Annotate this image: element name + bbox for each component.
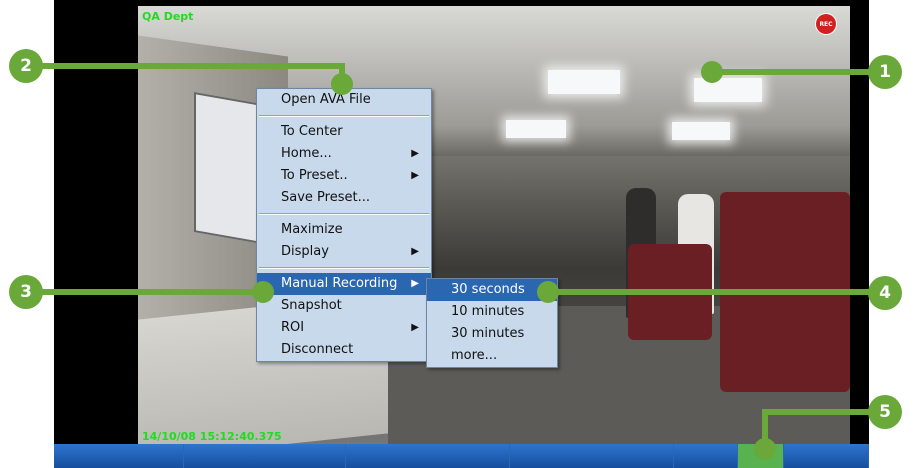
callout-leader-line [24, 63, 342, 69]
context-menu: Open AVA File To Center Home... ▶ To Pres… [256, 88, 432, 362]
callout-badge: 3 [9, 275, 43, 309]
callout-leader-line [712, 69, 882, 75]
menu-item-label: To Center [281, 124, 343, 139]
submenu-item-label: more... [451, 348, 498, 363]
status-segment[interactable] [784, 444, 869, 468]
callout-badge: 4 [868, 276, 902, 310]
callout-anchor-dot [701, 61, 723, 83]
menu-item-label: Snapshot [281, 298, 342, 313]
submenu-arrow-icon: ▶ [411, 322, 419, 333]
callout-leader-line [548, 289, 884, 295]
menu-item-label: Home... [281, 146, 332, 161]
rec-icon: REC [816, 14, 836, 34]
status-segment[interactable] [54, 444, 184, 468]
submenu-item-30-minutes[interactable]: 30 minutes [427, 323, 557, 345]
menu-item-label: To Preset.. [281, 168, 348, 183]
menu-item-roi[interactable]: ROI ▶ [257, 317, 431, 339]
ceiling-light [694, 78, 762, 102]
callout-badge: 5 [868, 395, 902, 429]
submenu-arrow-icon: ▶ [411, 170, 419, 181]
callout-badge: 2 [9, 49, 43, 83]
menu-item-manual-recording[interactable]: Manual Recording ▶ [257, 273, 431, 295]
menu-item-home[interactable]: Home... ▶ [257, 143, 431, 165]
menu-item-disconnect[interactable]: Disconnect [257, 339, 431, 361]
submenu-arrow-icon: ▶ [411, 148, 419, 159]
ceiling-light [672, 122, 730, 140]
submenu-arrow-icon: ▶ [411, 278, 419, 289]
submenu-item-10-minutes[interactable]: 10 minutes [427, 301, 557, 323]
menu-item-label: Manual Recording [281, 276, 398, 291]
menu-item-label: Display [281, 244, 329, 259]
whiteboard [194, 92, 262, 244]
submenu-item-more[interactable]: more... [427, 345, 557, 367]
submenu-arrow-icon: ▶ [411, 246, 419, 257]
menu-separator [259, 267, 429, 269]
ceiling-light [548, 70, 620, 94]
menu-item-label: Save Preset... [281, 190, 370, 205]
submenu-item-label: 10 minutes [451, 304, 525, 319]
status-bar [54, 444, 869, 468]
callout-anchor-dot [537, 281, 559, 303]
callout-leader-line [24, 289, 264, 295]
menu-separator [259, 115, 429, 117]
camera-title: QA Dept [142, 10, 194, 23]
status-segment[interactable] [510, 444, 674, 468]
menu-item-maximize[interactable]: Maximize [257, 219, 431, 241]
menu-item-label: Disconnect [281, 342, 354, 357]
menu-item-snapshot[interactable]: Snapshot [257, 295, 431, 317]
osd-timestamp: 14/10/08 15:12:40.375 [142, 430, 282, 443]
status-segment[interactable] [184, 444, 346, 468]
callout-anchor-dot [754, 438, 776, 460]
submenu-item-label: 30 seconds [451, 282, 525, 297]
callout-anchor-dot [331, 73, 353, 95]
menu-item-save-preset[interactable]: Save Preset... [257, 187, 431, 209]
menu-item-display[interactable]: Display ▶ [257, 241, 431, 263]
menu-item-to-center[interactable]: To Center [257, 121, 431, 143]
status-segment[interactable] [346, 444, 510, 468]
menu-item-label: Open AVA File [281, 92, 371, 107]
submenu-item-label: 30 minutes [451, 326, 525, 341]
menu-item-label: ROI [281, 320, 305, 335]
menu-separator [259, 213, 429, 215]
status-segment[interactable] [674, 444, 738, 468]
callout-badge: 1 [868, 55, 902, 89]
callout-leader-line [762, 409, 882, 415]
menu-item-label: Maximize [281, 222, 343, 237]
menu-item-to-preset[interactable]: To Preset.. ▶ [257, 165, 431, 187]
ceiling-light [506, 120, 566, 138]
callout-anchor-dot [252, 281, 274, 303]
